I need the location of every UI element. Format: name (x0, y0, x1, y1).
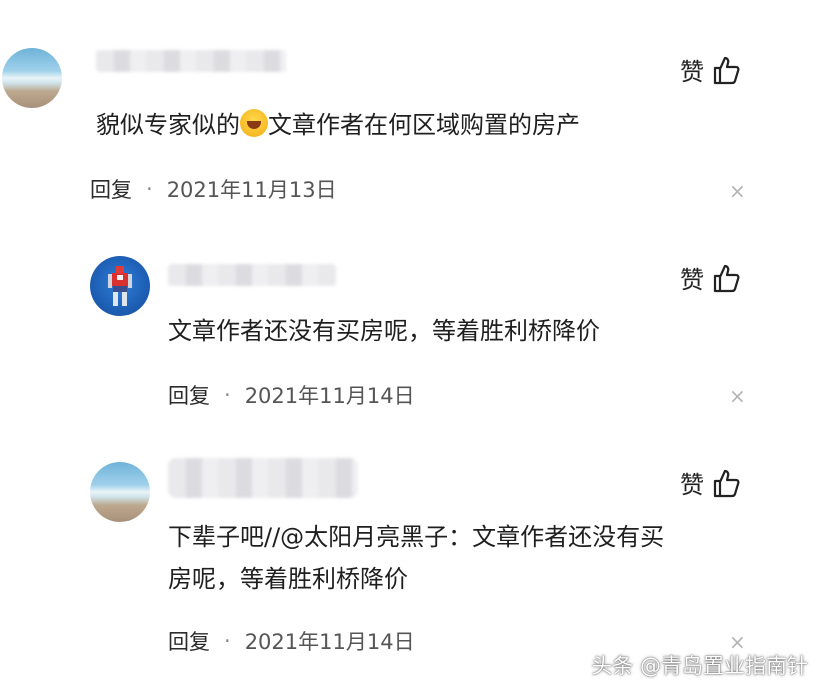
reply-button[interactable]: 回复 (168, 626, 210, 656)
comment-meta: 回复 · 2021年11月14日 (168, 626, 415, 656)
comment-date: 2021年11月14日 (244, 630, 415, 654)
user-avatar[interactable] (90, 462, 150, 522)
thumbs-up-icon (713, 469, 740, 497)
like-label: 赞 (680, 471, 704, 499)
username-blurred[interactable] (168, 458, 358, 498)
watermark: 头条 @青岛置业指南针 (591, 654, 808, 678)
like-button[interactable]: 赞 (680, 465, 740, 500)
close-icon[interactable]: × (729, 632, 746, 652)
separator-dot: · (224, 629, 231, 653)
comment-3: 赞 下辈子吧//@太阳月亮黑子：文章作者还没有买 房呢，等着胜利桥降价 回复 ·… (0, 0, 826, 694)
comment-text-line-1: 下辈子吧//@太阳月亮黑子：文章作者还没有买 (168, 523, 665, 551)
comment-text-line-2: 房呢，等着胜利桥降价 (168, 565, 408, 593)
